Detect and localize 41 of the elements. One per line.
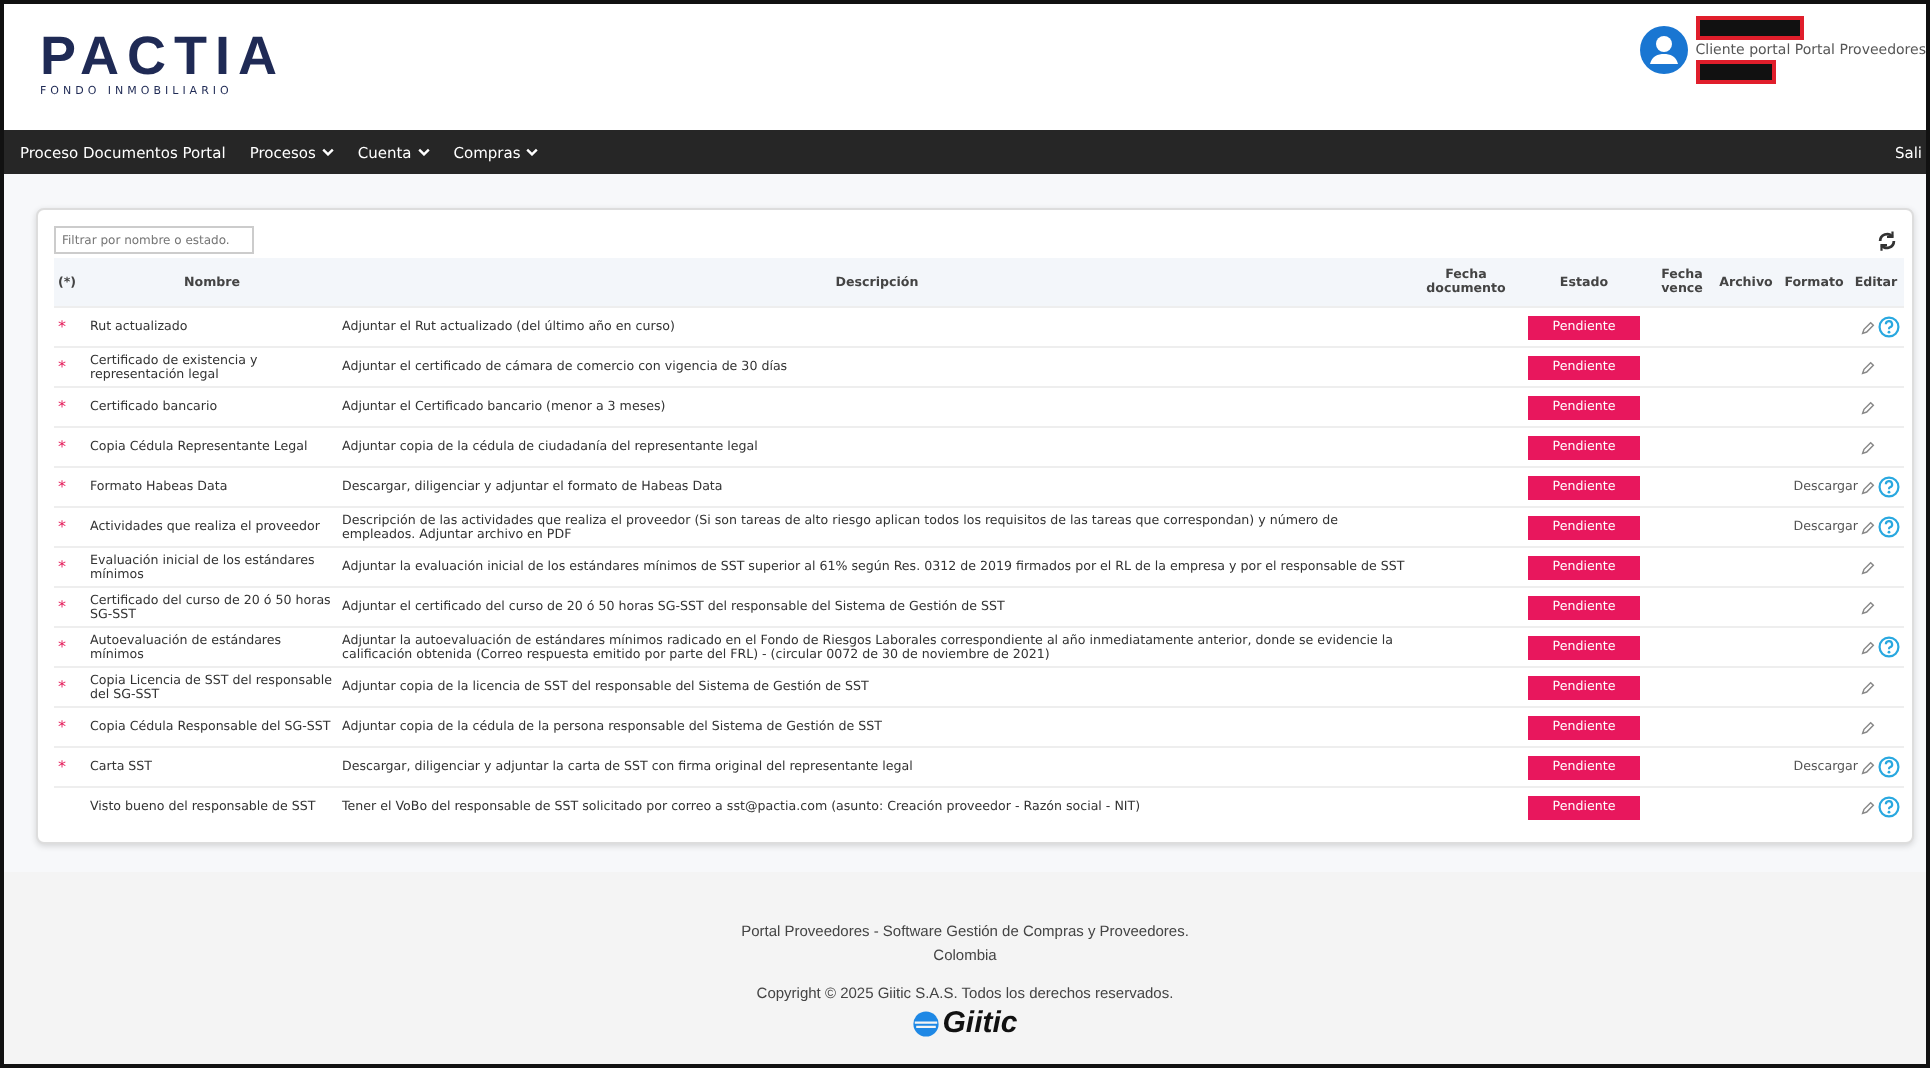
chevron-down-icon (417, 148, 430, 156)
required-mark: * (58, 518, 66, 536)
pencil-icon[interactable] (1860, 799, 1876, 815)
chevron-down-icon (526, 148, 539, 156)
help-icon[interactable] (1878, 636, 1900, 658)
help-icon[interactable] (1878, 516, 1900, 538)
help-icon[interactable] (1878, 316, 1900, 338)
required-mark: * (58, 678, 66, 696)
swoosh-logo-icon (912, 1009, 941, 1037)
required-mark: * (58, 558, 66, 576)
pencil-icon[interactable] (1860, 359, 1876, 375)
pencil-icon[interactable] (1860, 519, 1876, 535)
required-mark: * (58, 598, 66, 616)
pencil-icon[interactable] (1860, 639, 1876, 655)
refresh-icon[interactable] (1876, 229, 1898, 251)
required-mark: * (58, 358, 66, 376)
required-mark: * (58, 638, 66, 656)
required-mark: * (58, 398, 66, 416)
help-icon[interactable] (1878, 756, 1900, 778)
pencil-icon[interactable] (1860, 719, 1876, 735)
user-avatar-icon[interactable] (1639, 26, 1688, 74)
pencil-icon[interactable] (1860, 319, 1876, 335)
pencil-icon[interactable] (1860, 559, 1876, 575)
pencil-icon[interactable] (1860, 439, 1876, 455)
required-mark: * (58, 318, 66, 336)
redaction-box (1695, 60, 1776, 84)
redaction-box (1695, 16, 1804, 40)
required-mark: * (58, 438, 66, 456)
pencil-icon[interactable] (1860, 599, 1876, 615)
pencil-icon[interactable] (1860, 759, 1876, 775)
chevron-down-icon (321, 148, 334, 156)
required-mark: * (58, 758, 66, 776)
brand-logo: PACTIA (40, 28, 285, 84)
pencil-icon[interactable] (1860, 679, 1876, 695)
pencil-icon[interactable] (1860, 479, 1876, 495)
required-mark: * (58, 718, 66, 736)
help-icon[interactable] (1878, 796, 1900, 818)
help-icon[interactable] (1878, 476, 1900, 498)
required-mark: * (58, 478, 66, 496)
brand-logo: Giitic (942, 1006, 1018, 1040)
pencil-icon[interactable] (1860, 399, 1876, 415)
